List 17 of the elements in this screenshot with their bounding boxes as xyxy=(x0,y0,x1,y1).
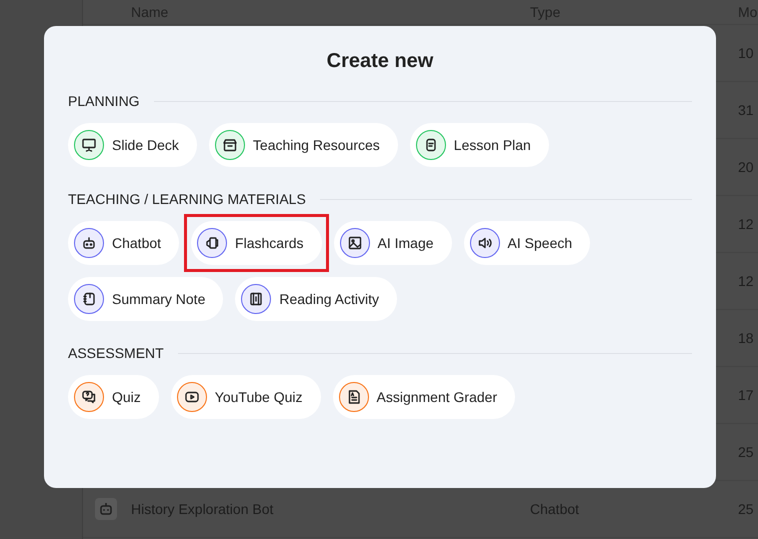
section-heading: ASSESSMENT xyxy=(68,345,164,361)
robot-icon xyxy=(95,498,117,520)
create-option-button[interactable]: Teaching Resources xyxy=(208,123,398,167)
create-option-button[interactable]: AI Image xyxy=(334,221,452,265)
dialog-title: Create new xyxy=(326,50,434,73)
create-option-button[interactable]: YouTube Quiz xyxy=(170,375,320,419)
create-option-button[interactable]: Flashcards xyxy=(191,221,322,265)
section-heading: TEACHING / LEARNING MATERIALS xyxy=(68,191,306,207)
create-option-button[interactable]: Lesson Plan xyxy=(410,123,549,167)
create-option-button[interactable]: Chatbot xyxy=(68,221,180,265)
create-option-button[interactable]: Summary Note xyxy=(68,277,224,321)
create-option-button[interactable]: Assignment Grader xyxy=(332,375,516,419)
section-heading: PLANNING xyxy=(68,93,140,109)
create-option-button[interactable]: AI Speech xyxy=(464,221,590,265)
create-option-button[interactable]: Reading Activity xyxy=(235,277,397,321)
create-option-button[interactable]: Slide Deck xyxy=(68,123,197,167)
create-option-button[interactable]: Quiz xyxy=(68,375,159,419)
